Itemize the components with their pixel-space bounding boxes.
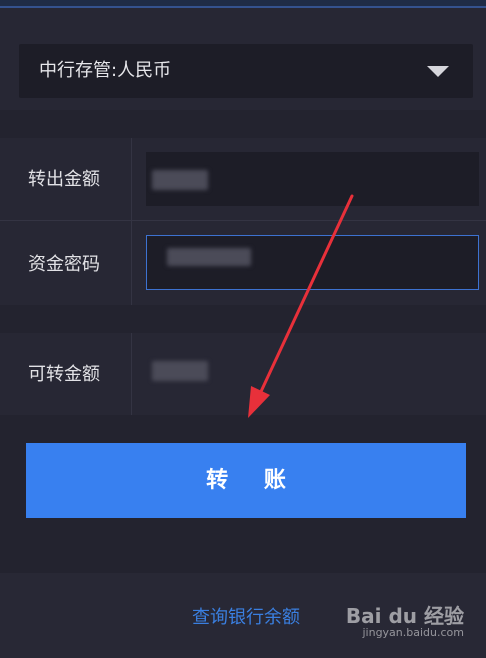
available-amount-label: 可转金额	[28, 364, 100, 385]
redacted-value	[167, 248, 251, 266]
row-divider	[131, 138, 132, 220]
row-divider	[131, 221, 132, 305]
available-amount-row: 可转金额	[0, 333, 486, 415]
account-select-dropdown[interactable]: 中行存管:人民币	[19, 44, 473, 98]
query-bank-balance-link[interactable]: 查询银行余额	[0, 603, 486, 629]
transfer-out-amount-input[interactable]	[146, 152, 479, 206]
fund-password-label: 资金密码	[28, 254, 100, 275]
top-accent-bar	[0, 0, 486, 8]
chevron-down-icon[interactable]	[427, 66, 449, 77]
row-divider	[131, 333, 132, 415]
fund-password-input[interactable]	[146, 235, 479, 290]
account-select-value: 中行存管:人民币	[39, 60, 172, 81]
redacted-available-amount	[152, 361, 208, 381]
redacted-value	[152, 170, 208, 190]
transfer-out-amount-label: 转出金额	[28, 169, 100, 190]
transfer-button[interactable]: 转 账	[26, 443, 466, 518]
